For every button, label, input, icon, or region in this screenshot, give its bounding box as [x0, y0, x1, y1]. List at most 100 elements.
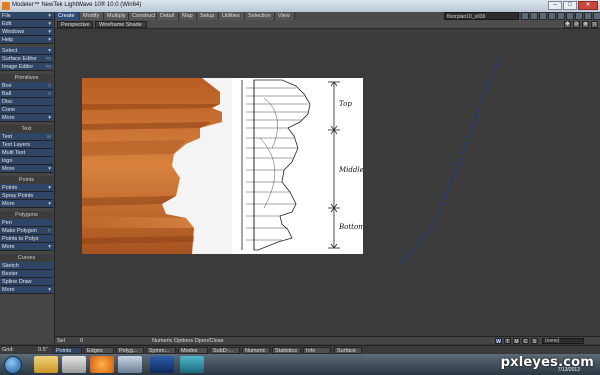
bottom-button-symm[interactable]: Symm... [146, 347, 176, 354]
section-points: Points [0, 176, 53, 184]
bottom-button-modes[interactable]: Modes [178, 347, 208, 354]
sidebar-item-label: Image Editor [2, 64, 34, 70]
sidebar-more[interactable]: More ▾ [0, 165, 53, 173]
sidebar-item-label: Multi Text [2, 150, 26, 156]
tab-utilities[interactable]: Utilities [219, 12, 245, 20]
layer-toggle-icon[interactable] [575, 12, 583, 20]
mode-toggle-w[interactable]: W [495, 338, 502, 345]
layer-toggle-icon[interactable] [521, 12, 529, 20]
sidebar-spray-points[interactable]: Spray Points [0, 192, 53, 200]
sidebar-windows[interactable]: Windows ▾ [0, 28, 53, 36]
chevron-down-icon: ▾ [48, 166, 51, 172]
bottom-button-info[interactable]: Info [303, 347, 331, 354]
reference-image: Top Middle Bottom [82, 78, 363, 254]
sidebar-file[interactable]: File ▾ [0, 12, 53, 20]
shading-select[interactable]: Wireframe Shade [95, 21, 147, 28]
tab-selection[interactable]: Selection [245, 12, 275, 20]
sidebar-more[interactable]: More ▾ [0, 286, 53, 294]
tab-construct[interactable]: Construct [129, 12, 157, 20]
tab-view[interactable]: View [275, 12, 295, 20]
shortcut-key: P [47, 228, 51, 233]
sidebar-ball[interactable]: Ball O [0, 90, 53, 98]
layer-file-select[interactable]: floorplan10_s036 [444, 12, 519, 20]
bottom-button-polyg[interactable]: Polyg... [116, 347, 144, 354]
toolbar-sidebar: File ▾ Edit ▾ Windows ▾ Help ▾ Select ▾ Surface Ed… [0, 12, 55, 344]
layer-toggle-icon[interactable] [557, 12, 565, 20]
sidebar-item-label: Edit [2, 21, 12, 27]
explorer-icon[interactable] [34, 356, 58, 373]
layer-toggle-icon[interactable] [566, 12, 574, 20]
chevron-down-icon: ▾ [48, 287, 51, 293]
bottom-button-surface[interactable]: Surface [334, 347, 362, 354]
sidebar-image-editor[interactable]: Image Editor F6 [0, 63, 53, 71]
sidebar-item-label: Spline Draw [2, 279, 32, 285]
sidebar-item-label: Make Polygon [2, 228, 37, 234]
sidebar-text-layers[interactable]: Text Layers [0, 141, 53, 149]
sidebar-text[interactable]: Text W [0, 133, 53, 141]
bottom-button-numeric[interactable]: Numeric [242, 347, 270, 354]
move-view-icon[interactable]: ✥ [564, 21, 571, 28]
sidebar-multi-text[interactable]: Multi Text [0, 149, 53, 157]
layer-toggle-icon[interactable] [548, 12, 556, 20]
bottom-button-subd[interactable]: SubD-... [210, 347, 240, 354]
mode-toggle-s[interactable]: S [531, 338, 538, 345]
sidebar-bezier[interactable]: Bezier [0, 270, 53, 278]
layer-toggle-icon[interactable] [539, 12, 547, 20]
tab-modify[interactable]: Modify [80, 12, 104, 20]
sidebar-more[interactable]: More ▾ [0, 200, 53, 208]
sidebar-more[interactable]: More ▾ [0, 114, 53, 122]
viewport[interactable]: Top Middle Bottom [55, 30, 600, 336]
sidebar-cone[interactable]: Cone [0, 106, 53, 114]
bottom-button-statistics[interactable]: Statistics [272, 347, 301, 354]
start-button[interactable] [4, 356, 22, 374]
rotate-view-icon[interactable]: ⟳ [573, 21, 580, 28]
chevron-down-icon: ▾ [48, 115, 51, 121]
sidebar-spline-draw[interactable]: Spline Draw [0, 278, 53, 286]
sidebar-more[interactable]: More ▾ [0, 243, 53, 251]
sidebar-item-label: Bezier [2, 271, 18, 277]
tab-detail[interactable]: Detail [157, 12, 179, 20]
sidebar-edit[interactable]: Edit ▾ [0, 20, 53, 28]
sidebar-disc[interactable]: Disc [0, 98, 53, 106]
shortcut-key: F6 [45, 64, 51, 69]
layer-toggle-icon[interactable] [584, 12, 592, 20]
sidebar-box[interactable]: Box X [0, 82, 53, 90]
sidebar-sketch[interactable]: Sketch [0, 262, 53, 270]
sidebar-select[interactable]: Select ▾ [0, 47, 53, 55]
tab-setup[interactable]: Setup [197, 12, 219, 20]
projection-select[interactable]: Perspective [57, 21, 93, 28]
bottom-button-edges[interactable]: Edges [84, 347, 114, 354]
sidebar-surface-editor[interactable]: Surface Editor F5 [0, 55, 53, 63]
sidebar-points-to-polys[interactable]: Points to Polys [0, 235, 53, 243]
sidebar-help[interactable]: Help ▾ [0, 36, 53, 44]
chevron-down-icon: ▾ [48, 48, 51, 54]
sidebar-logo[interactable]: logo [0, 157, 53, 165]
layer-toggle-icon[interactable] [530, 12, 538, 20]
mode-toggle-t[interactable]: T [504, 338, 511, 345]
section-text: Text [0, 125, 53, 133]
tab-multiply[interactable]: Multiply [104, 12, 129, 20]
vmap-select[interactable]: (none) [542, 338, 584, 344]
maximize-view-icon[interactable]: □ [591, 21, 598, 28]
sidebar-make-polygon[interactable]: Make Polygon P [0, 227, 53, 235]
firefox-icon[interactable] [90, 356, 114, 373]
close-button[interactable]: ✕ [578, 1, 598, 10]
minimize-button[interactable]: – [548, 1, 562, 10]
mode-toggle-m[interactable]: M [513, 338, 520, 345]
tab-map[interactable]: Map [179, 12, 197, 20]
window-switcher-icon[interactable] [118, 356, 142, 373]
sidebar-pen[interactable]: Pen [0, 219, 53, 227]
layer-toggle-icon[interactable] [593, 12, 600, 20]
windows-taskbar: pxleyes.com 7/13/2012 [0, 354, 600, 375]
maximize-button[interactable]: □ [563, 1, 577, 10]
bottom-button-points[interactable]: Points [53, 347, 82, 354]
lightwave-icon[interactable] [180, 356, 204, 373]
zoom-view-icon[interactable]: ⊕ [582, 21, 589, 28]
mode-toggle-c[interactable]: C [522, 338, 529, 345]
tab-create[interactable]: Create [55, 12, 80, 20]
photoshop-icon[interactable] [150, 356, 174, 373]
sidebar-item-label: Select [2, 48, 18, 54]
sidebar-item-label: Help [2, 37, 14, 43]
media-player-icon[interactable] [62, 356, 86, 373]
sidebar-points[interactable]: Points ▾ [0, 184, 53, 192]
